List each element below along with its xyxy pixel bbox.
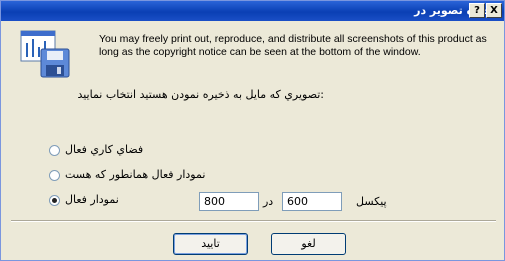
chart-floppy-icon [20, 30, 70, 78]
height-input[interactable]: 600 [282, 192, 342, 211]
choose-image-prompt: :تصويري که مايل به ذخيره نمودن هستيد انت… [77, 88, 324, 101]
size-separator-label: در [263, 195, 274, 208]
radio-active-chart-as-is[interactable] [49, 170, 60, 181]
help-button[interactable]: ? [469, 3, 485, 18]
option-label: نمودار فعال همانطور که هست [65, 168, 206, 181]
option-label: فضاي کاري فعال [65, 143, 144, 156]
radio-active-chart[interactable] [49, 195, 60, 206]
copyright-notice: You may freely print out, reproduce, and… [99, 33, 487, 58]
separator-line [11, 220, 496, 222]
option-label: نمودار فعال [65, 193, 119, 206]
radio-active-workspace[interactable] [49, 145, 60, 156]
save-image-dialog: ذخيره تصوير در ? X You may freely print … [0, 0, 505, 261]
ok-button[interactable]: تاييد [173, 233, 248, 255]
pixel-unit-label: پيکسل [356, 195, 387, 208]
cancel-button[interactable]: لغو [271, 233, 346, 255]
width-input[interactable]: 800 [199, 192, 259, 211]
close-button[interactable]: X [486, 3, 502, 18]
title-bar[interactable]: ذخيره تصوير در ? X [1, 1, 504, 21]
